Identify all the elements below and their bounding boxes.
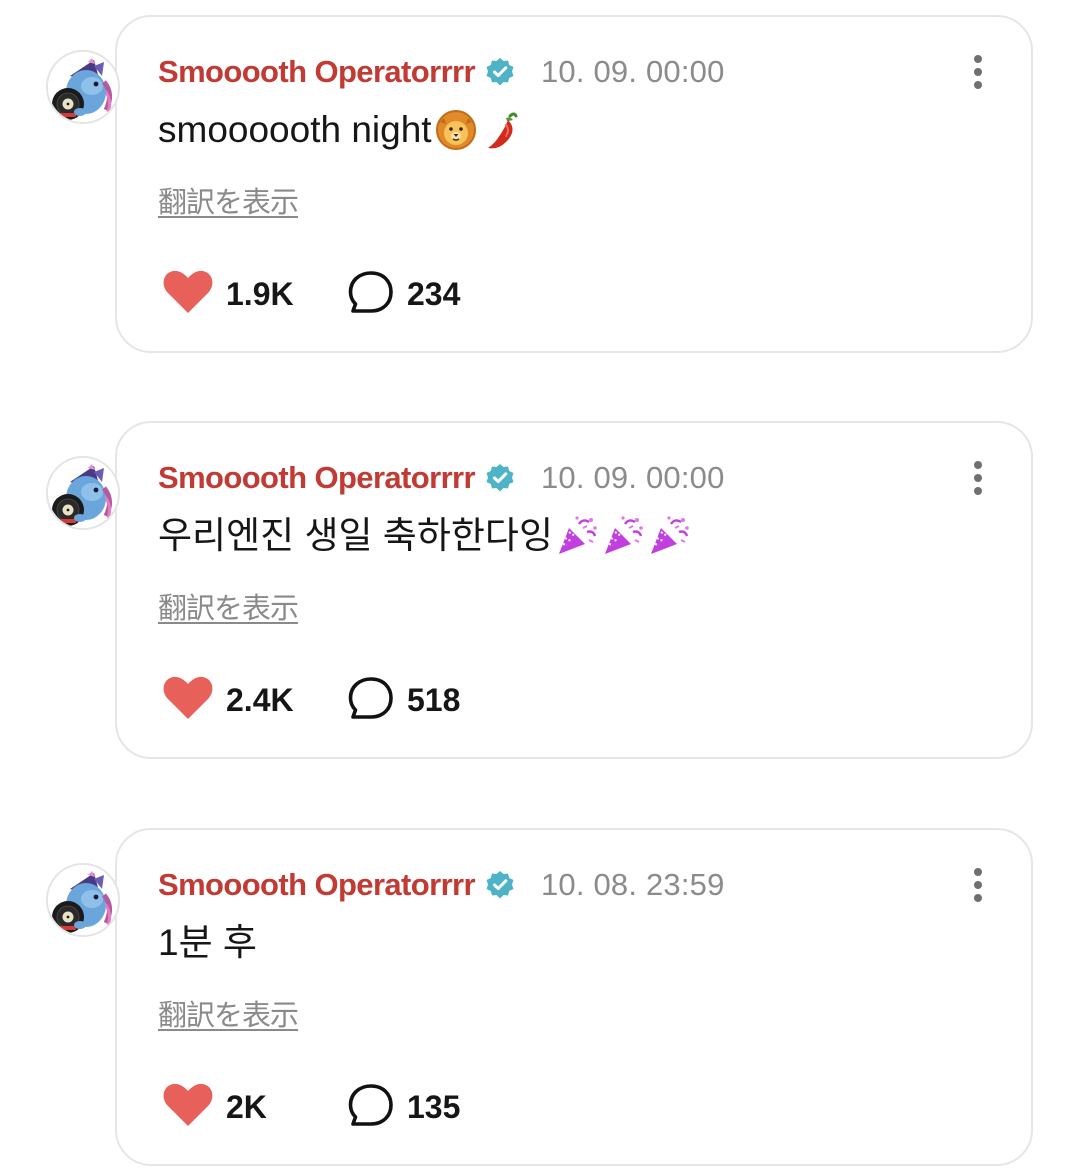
post-timestamp: 10. 09. 00:00	[540, 460, 725, 495]
post-timestamp: 10. 08. 23:59	[540, 867, 725, 902]
more-options-icon[interactable]	[962, 459, 994, 499]
author-name[interactable]: Smooooth Operatorrrr	[158, 460, 476, 496]
like-button[interactable]: 2.4K	[162, 675, 347, 726]
avatar-illustration-icon	[48, 458, 118, 528]
comment-count: 234	[407, 275, 461, 312]
comment-count: 518	[407, 681, 461, 718]
comment-button[interactable]: 135	[347, 1083, 460, 1132]
show-translation-link[interactable]: 翻訳を表示	[158, 585, 299, 627]
party-popper-icon	[601, 514, 645, 558]
post-text: 우리엔진 생일 축하한다잉	[158, 513, 691, 559]
heart-icon	[162, 1082, 214, 1133]
post-text-content: 1분 후	[158, 922, 257, 963]
like-count: 2K	[226, 1088, 267, 1125]
post-item: Smooooth Operatorrrr 10. 09. 00:00 smooo…	[0, 15, 1080, 355]
post-item: Smooooth Operatorrrr 10. 08. 23:59 1분 후 …	[0, 828, 1080, 1168]
lion-face-icon	[434, 108, 478, 152]
more-options-icon[interactable]	[962, 53, 994, 93]
like-count: 1.9K	[226, 275, 294, 312]
post-item: Smooooth Operatorrrr 10. 09. 00:00 우리엔진 …	[0, 421, 1080, 761]
verified-badge-icon	[485, 870, 515, 900]
show-translation-link[interactable]: 翻訳を表示	[158, 992, 299, 1034]
post-timestamp: 10. 09. 00:00	[540, 54, 725, 89]
verified-badge-icon	[485, 463, 515, 493]
post-stats: 2.4K 518	[162, 675, 460, 725]
more-options-icon[interactable]	[962, 866, 994, 906]
like-button[interactable]: 2K	[162, 1082, 347, 1133]
post-text-content: smoooooth night	[158, 109, 432, 150]
comment-button[interactable]: 518	[347, 676, 460, 725]
avatar-illustration-icon	[48, 865, 118, 935]
comment-bubble-icon	[347, 270, 395, 319]
avatar[interactable]	[46, 456, 120, 530]
post-feed: Smooooth Operatorrrr 10. 09. 00:00 smooo…	[0, 0, 1080, 1168]
like-button[interactable]: 1.9K	[162, 269, 347, 320]
party-popper-icon	[555, 514, 599, 558]
party-popper-icon	[647, 514, 691, 558]
author-row: Smooooth Operatorrrr 10. 09. 00:00	[158, 457, 725, 499]
post-text: smoooooth night	[158, 107, 524, 153]
avatar-illustration-icon	[48, 52, 118, 122]
show-translation-link[interactable]: 翻訳を表示	[158, 179, 299, 221]
verified-badge-icon	[485, 57, 515, 87]
heart-icon	[162, 269, 214, 320]
comment-bubble-icon	[347, 1083, 395, 1132]
comment-bubble-icon	[347, 676, 395, 725]
post-text: 1분 후	[158, 920, 257, 966]
post-text-content: 우리엔진 생일 축하한다잉	[158, 515, 553, 556]
comment-button[interactable]: 234	[347, 270, 460, 319]
hot-pepper-icon	[480, 108, 524, 152]
author-name[interactable]: Smooooth Operatorrrr	[158, 54, 476, 90]
post-stats: 2K 135	[162, 1082, 460, 1132]
author-row: Smooooth Operatorrrr 10. 08. 23:59	[158, 864, 725, 906]
author-name[interactable]: Smooooth Operatorrrr	[158, 867, 476, 903]
avatar[interactable]	[46, 863, 120, 937]
like-count: 2.4K	[226, 681, 294, 718]
comment-count: 135	[407, 1088, 461, 1125]
heart-icon	[162, 675, 214, 726]
avatar[interactable]	[46, 50, 120, 124]
author-row: Smooooth Operatorrrr 10. 09. 00:00	[158, 51, 725, 93]
post-stats: 1.9K 234	[162, 269, 460, 319]
